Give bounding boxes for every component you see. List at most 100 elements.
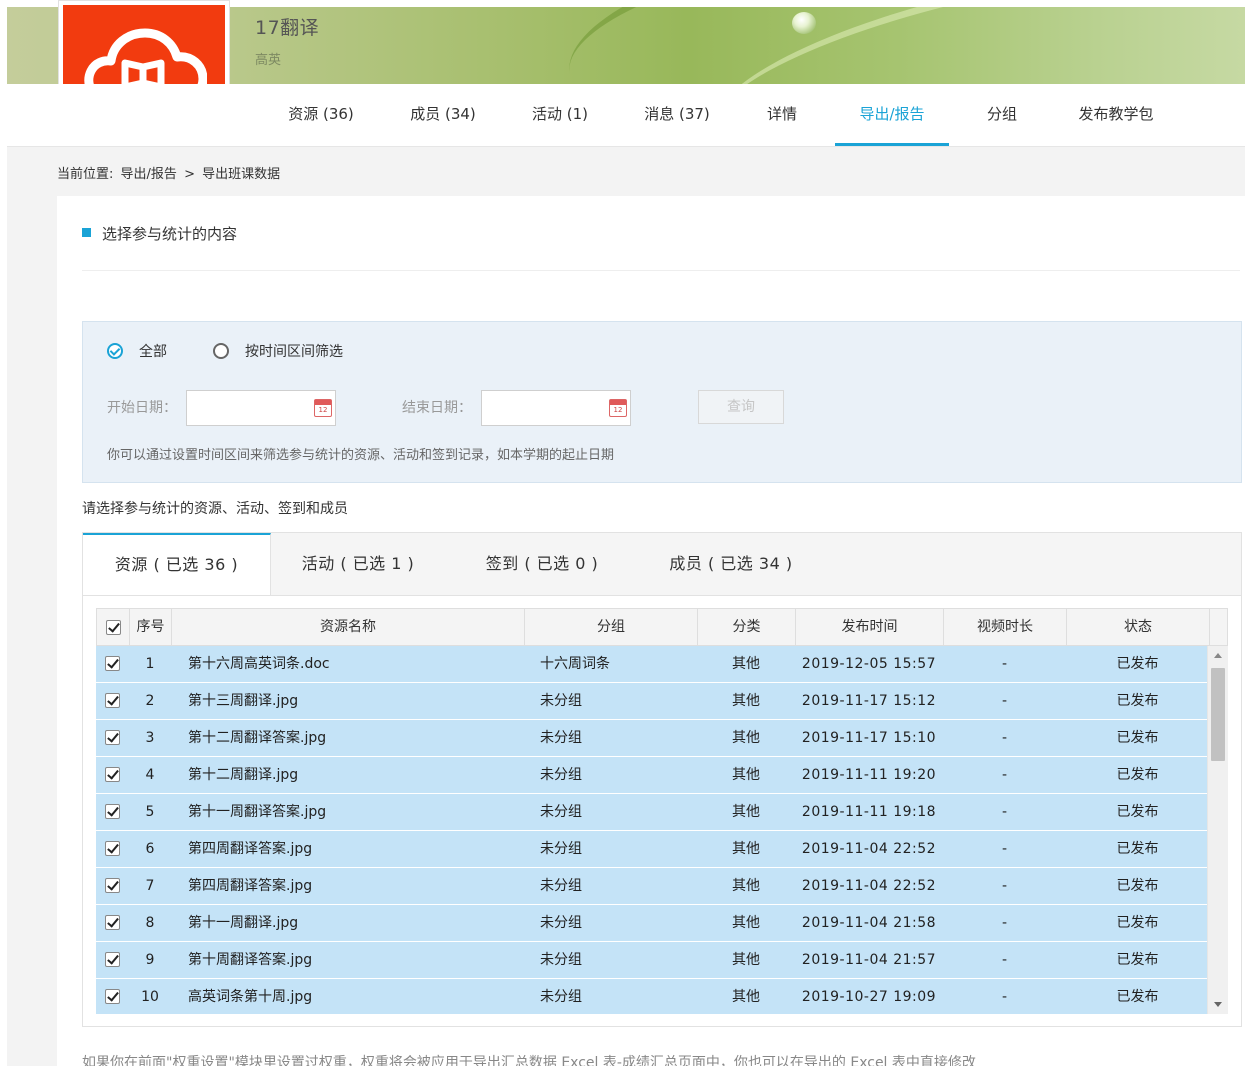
query-button[interactable]: 查询 (698, 390, 784, 424)
row-checkbox[interactable] (105, 656, 120, 671)
cell-resource-name: 第十周翻译答案.jpg (188, 952, 313, 968)
cell-group: 未分组 (540, 915, 582, 931)
cell-publish-time: 2019-10-27 19:09 (801, 989, 937, 1005)
start-date-label: 开始日期： (107, 400, 177, 416)
row-checkbox[interactable] (105, 841, 120, 856)
cell-resource-name: 第十一周翻译答案.jpg (188, 804, 327, 820)
table-row[interactable]: 7 第四周翻译答案.jpg 未分组 其他 2019-11-04 22:52 - 已发布 (96, 868, 1207, 905)
cell-resource-name: 第十六周高英词条.doc (188, 656, 330, 672)
row-checkbox[interactable] (105, 730, 120, 745)
table-row[interactable]: 9 第十周翻译答案.jpg 未分组 其他 2019-11-04 21:57 - 已发布 (96, 942, 1207, 979)
breadcrumb-separator: > (184, 167, 195, 182)
nav-tab-publish-package[interactable]: 发布教学包 (1057, 84, 1175, 146)
end-date-input[interactable] (482, 391, 602, 425)
cell-video-duration: - (1001, 952, 1008, 968)
cell-video-duration: - (1001, 804, 1008, 820)
column-header-status[interactable]: 状态 (1067, 609, 1210, 646)
cell-group: 未分组 (540, 730, 582, 746)
nav-tab-messages[interactable]: 消息 (37) (626, 84, 728, 146)
nav-tab-members[interactable]: 成员 (34) (392, 84, 494, 146)
cell-status: 已发布 (1116, 878, 1159, 894)
calendar-icon[interactable]: 12 (609, 399, 627, 417)
row-checkbox[interactable] (105, 767, 120, 782)
cell-publish-time: 2019-11-04 21:57 (801, 952, 937, 968)
column-header-group[interactable]: 分组 (525, 609, 698, 646)
row-checkbox[interactable] (105, 952, 120, 967)
table-row[interactable]: 3 第十二周翻译答案.jpg 未分组 其他 2019-11-17 15:10 - 已发布 (96, 720, 1207, 757)
tab-checkins[interactable]: 签到 ( 已选 0 ) (467, 533, 617, 597)
table-row[interactable]: 2 第十三周翻译.jpg 未分组 其他 2019-11-17 15:12 - 已发布 (96, 683, 1207, 720)
column-header-name[interactable]: 资源名称 (172, 609, 525, 646)
breadcrumb-current: 导出班课数据 (202, 167, 281, 182)
cell-status: 已发布 (1116, 952, 1159, 968)
class-nav: 资源 (36) 成员 (34) 活动 (1) 消息 (37) 详情 导出/报告 … (7, 84, 1245, 147)
table-row[interactable]: 1 第十六周高英词条.doc 十六周词条 其他 2019-12-05 15:57 - 已发布 (96, 646, 1207, 683)
nav-tab-groups[interactable]: 分组 (967, 84, 1037, 146)
nav-tab-resources[interactable]: 资源 (36) (270, 84, 372, 146)
scroll-thumb[interactable] (1211, 668, 1225, 761)
table-row[interactable]: 4 第十二周翻译.jpg 未分组 其他 2019-11-11 19:20 - 已发布 (96, 757, 1207, 794)
cell-video-duration: - (1001, 730, 1008, 746)
selection-instruction: 请选择参与统计的资源、活动、签到和成员 (82, 501, 348, 517)
row-checkbox[interactable] (105, 989, 120, 1004)
section-title: 选择参与统计的内容 (82, 223, 237, 244)
cell-resource-name: 第十二周翻译答案.jpg (188, 730, 327, 746)
cell-publish-time: 2019-11-11 19:18 (801, 804, 937, 820)
cell-publish-time: 2019-12-05 15:57 (801, 656, 937, 672)
cell-group: 未分组 (540, 878, 582, 894)
column-header-index[interactable]: 序号 (130, 609, 172, 646)
column-header-category[interactable]: 分类 (698, 609, 796, 646)
nav-tab-details[interactable]: 详情 (747, 84, 817, 146)
cell-group: 未分组 (540, 767, 582, 783)
row-checkbox[interactable] (105, 693, 120, 708)
row-checkbox[interactable] (105, 915, 120, 930)
cell-category: 其他 (732, 989, 760, 1005)
cell-publish-time: 2019-11-04 21:58 (801, 915, 937, 931)
radio-unchecked-icon (213, 343, 229, 359)
table-row[interactable]: 6 第四周翻译答案.jpg 未分组 其他 2019-11-04 22:52 - 已发布 (96, 831, 1207, 868)
page-left-strip (0, 0, 7, 1066)
cell-group: 十六周词条 (540, 656, 610, 672)
start-date-input[interactable] (187, 391, 307, 425)
radio-time-range-label: 按时间区间筛选 (245, 344, 343, 360)
section-square-icon (82, 228, 91, 237)
cell-status: 已发布 (1116, 656, 1159, 672)
table-body: 1 第十六周高英词条.doc 十六周词条 其他 2019-12-05 15:57- 已发布… (96, 646, 1207, 1014)
select-all-checkbox[interactable] (106, 620, 121, 635)
breadcrumb-parent-link[interactable]: 导出/报告 (121, 167, 177, 182)
scroll-down-arrow-icon[interactable] (1214, 1002, 1222, 1007)
calendar-icon-day: 12 (613, 406, 623, 414)
cell-status: 已发布 (1116, 841, 1159, 857)
column-header-video-duration[interactable]: 视频时长 (944, 609, 1067, 646)
table-row[interactable]: 10 高英词条第十周.jpg 未分组 其他 2019-10-27 19:09 - 已发布 (96, 979, 1207, 1014)
tab-activities[interactable]: 活动 ( 已选 1 ) (283, 533, 433, 597)
column-header-publish-time[interactable]: 发布时间 (796, 609, 944, 646)
cell-category: 其他 (732, 804, 760, 820)
cell-index: 4 (145, 767, 155, 783)
header-checkbox-cell (97, 609, 130, 646)
table-row[interactable]: 5 第十一周翻译答案.jpg 未分组 其他 2019-11-11 19:18 - 已发布 (96, 794, 1207, 831)
cell-group: 未分组 (540, 841, 582, 857)
tab-resources[interactable]: 资源 ( 已选 36 ) (83, 533, 271, 598)
table-row[interactable]: 8 第十一周翻译.jpg 未分组 其他 2019-11-04 21:58 - 已发布 (96, 905, 1207, 942)
radio-all[interactable]: 全部 (107, 341, 167, 361)
end-date-field[interactable]: 12 (481, 390, 631, 426)
weight-note: 如果你在前面"权重设置"模块里设置过权重，权重将会被应用于导出汇总数据 Exce… (82, 1055, 976, 1066)
cell-publish-time: 2019-11-11 19:20 (801, 767, 937, 783)
radio-all-label: 全部 (139, 344, 167, 360)
calendar-icon-day: 12 (318, 406, 328, 414)
cell-publish-time: 2019-11-17 15:12 (801, 693, 937, 709)
calendar-icon[interactable]: 12 (314, 399, 332, 417)
cell-video-duration: - (1001, 878, 1008, 894)
start-date-field[interactable]: 12 (186, 390, 336, 426)
scroll-up-arrow-icon[interactable] (1214, 653, 1222, 658)
row-checkbox[interactable] (105, 804, 120, 819)
cell-publish-time: 2019-11-04 22:52 (801, 878, 937, 894)
table-scrollbar[interactable] (1207, 646, 1228, 1014)
nav-tab-activities[interactable]: 活动 (1) (514, 84, 606, 146)
nav-tab-export-report[interactable]: 导出/报告 (835, 84, 949, 146)
tab-members[interactable]: 成员 ( 已选 34 ) (651, 533, 811, 597)
row-checkbox[interactable] (105, 878, 120, 893)
cell-resource-name: 第四周翻译答案.jpg (188, 878, 313, 894)
radio-time-range[interactable]: 按时间区间筛选 (213, 341, 343, 361)
